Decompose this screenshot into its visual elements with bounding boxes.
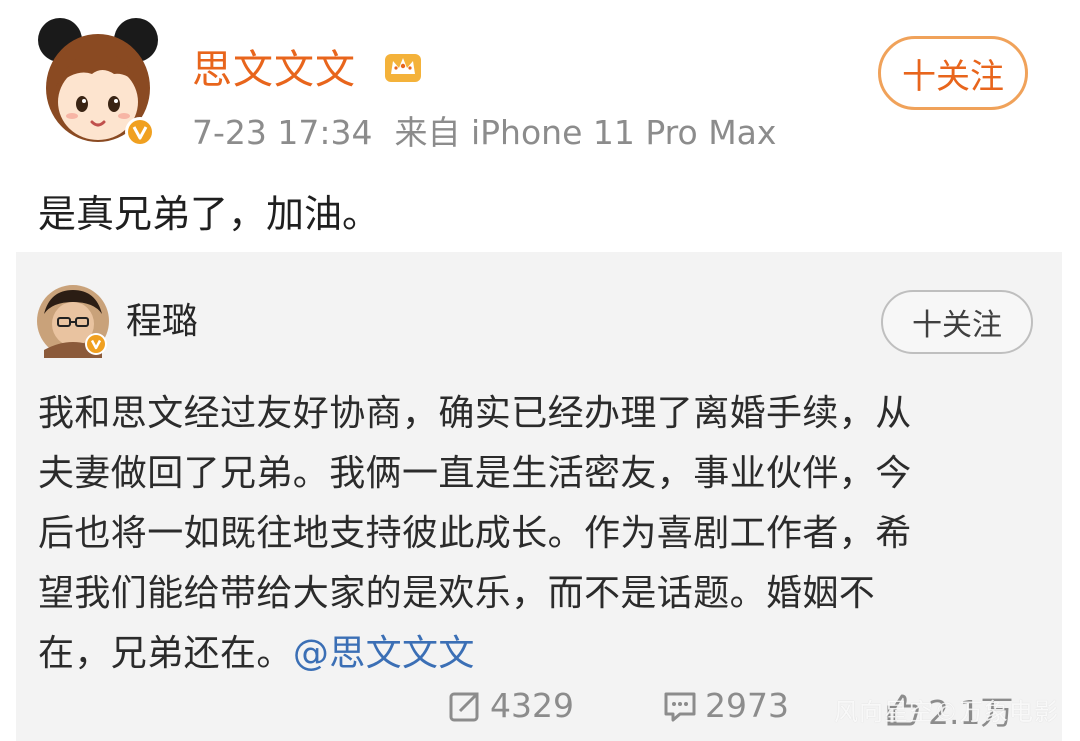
stats-bar: 4329 2973 2.1万 风向星空©万象电影 <box>16 682 1062 741</box>
crown-icon <box>385 54 421 82</box>
repost-icon <box>449 692 479 721</box>
comment-icon <box>664 692 696 721</box>
post-header: 思文文文 7-23 17:34 来自 iPhone 11 Pro Max 十关注 <box>0 0 1080 160</box>
verified-badge-icon <box>125 117 155 147</box>
follow-button[interactable]: 十关注 <box>878 36 1028 110</box>
repost-username[interactable]: 程璐 <box>126 296 198 348</box>
post-text: 是真兄弟了，加油。 <box>38 192 381 236</box>
post-source[interactable]: 来自 iPhone 11 Pro Max <box>395 113 777 152</box>
repost-text-line: 在，兄弟还在。 <box>38 633 293 674</box>
repost-text-line: 后也将一如既往地支持彼此成长。作为喜剧工作者，希 <box>38 513 912 554</box>
repost-text-line: 夫妻做回了兄弟。我俩一直是生活密友，事业伙伴，今 <box>38 453 912 494</box>
repost-follow-button[interactable]: 十关注 <box>881 290 1033 354</box>
username[interactable]: 思文文文 <box>192 40 356 100</box>
user-avatar[interactable] <box>36 16 160 152</box>
repost-text: 我和思文经过友好协商，确实已经办理了离婚手续，从 夫妻做回了兄弟。我俩一直是生活… <box>38 384 1048 684</box>
repost-text-line: 望我们能给带给大家的是欢乐，而不是话题。婚姻不 <box>38 573 876 614</box>
repost-text-line: 我和思文经过友好协商，确实已经办理了离婚手续，从 <box>38 393 912 434</box>
repost-count-button[interactable]: 4329 <box>446 686 574 725</box>
reposted-post[interactable]: 程璐 十关注 我和思文经过友好协商，确实已经办理了离婚手续，从 夫妻做回了兄弟。… <box>16 252 1062 741</box>
mention-link[interactable]: @思文文文 <box>293 633 475 674</box>
comment-count: 2973 <box>705 686 789 725</box>
verified-badge-icon <box>85 333 107 355</box>
watermark: 风向星空©万象电影 <box>834 698 1059 726</box>
comment-count-button[interactable]: 2973 <box>661 686 789 725</box>
repost-count: 4329 <box>490 686 574 725</box>
repost-user-avatar[interactable] <box>36 284 110 358</box>
post-timestamp: 7-23 17:34 <box>192 113 373 152</box>
weibo-post-screenshot: 思文文文 7-23 17:34 来自 iPhone 11 Pro Max 十关注 … <box>0 0 1080 741</box>
repost-text-line-last: 在，兄弟还在。@思文文文 <box>38 624 1048 684</box>
post-meta: 7-23 17:34 来自 iPhone 11 Pro Max <box>192 108 798 158</box>
